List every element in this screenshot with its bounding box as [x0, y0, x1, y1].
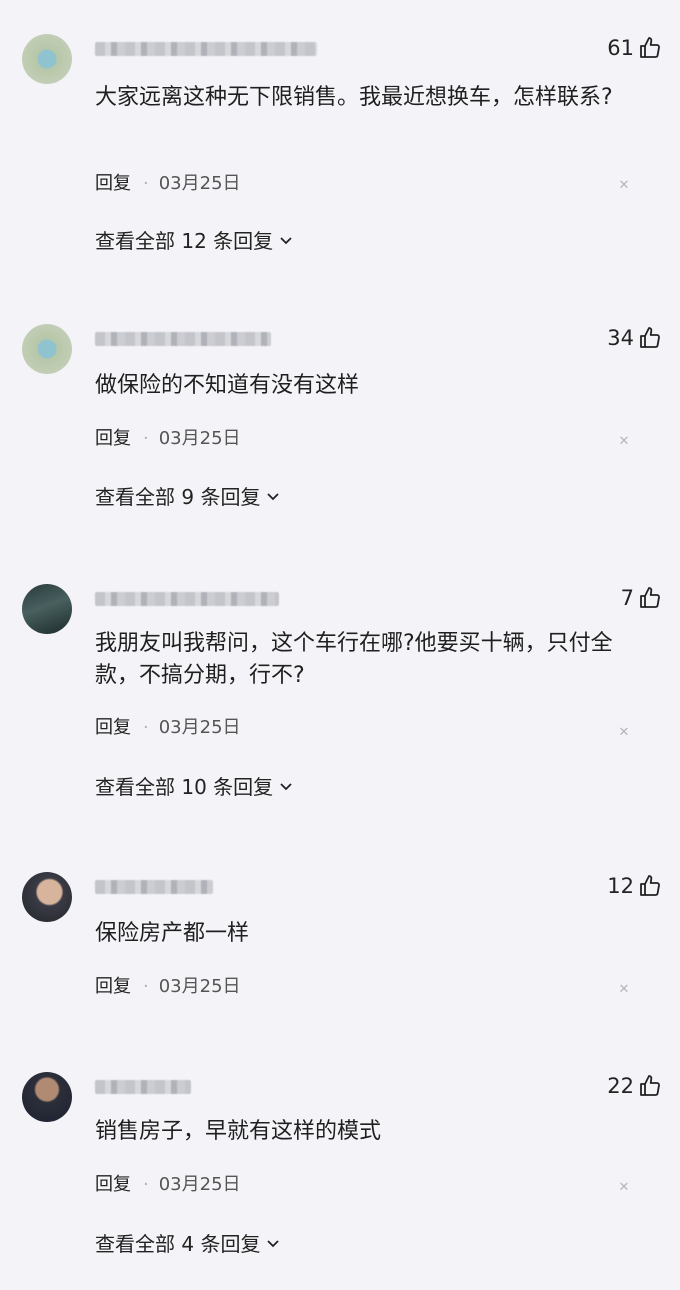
view-all-replies-link[interactable]: 查看全部 12 条回复 — [95, 228, 293, 254]
like-count: 34 — [607, 326, 634, 350]
close-icon[interactable]: ✕ — [618, 1181, 630, 1194]
comment-date: 03月25日 — [158, 428, 241, 449]
comment-meta: 回复 · 03月25日 — [95, 172, 241, 196]
comment-date: 03月25日 — [158, 717, 241, 738]
close-icon[interactable]: ✕ — [618, 435, 630, 448]
view-all-replies-label: 查看全部 4 条回复 — [95, 1232, 261, 1256]
reply-button[interactable]: 回复 — [95, 976, 131, 997]
comment-meta: 回复 · 03月25日 — [95, 716, 241, 740]
username-blurred[interactable] — [95, 332, 271, 346]
like-count: 12 — [607, 874, 634, 898]
comment-text: 保险房产都一样 — [95, 921, 250, 946]
view-all-replies-label: 查看全部 12 条回复 — [95, 229, 274, 253]
view-all-replies-label: 查看全部 9 条回复 — [95, 485, 261, 509]
thumbs-up-icon[interactable] — [638, 1074, 662, 1098]
thumbs-up-icon[interactable] — [638, 586, 662, 610]
separator-dot: · — [143, 1174, 149, 1195]
separator-dot: · — [143, 428, 149, 449]
comment-date: 03月25日 — [158, 1174, 241, 1195]
comment-text: 我朋友叫我帮问，这个车行在哪?他要买十辆，只付全款，不搞分期，行不? — [95, 631, 613, 688]
like-count: 61 — [607, 36, 634, 60]
username-blurred[interactable] — [95, 42, 317, 56]
reply-button[interactable]: 回复 — [95, 1174, 131, 1195]
separator-dot: · — [143, 173, 149, 194]
reply-button[interactable]: 回复 — [95, 717, 131, 738]
like-count: 7 — [620, 586, 634, 610]
close-icon[interactable]: ✕ — [618, 983, 630, 996]
view-all-replies-link[interactable]: 查看全部 4 条回复 — [95, 1231, 280, 1257]
chevron-down-icon — [280, 783, 292, 791]
view-all-replies-label: 查看全部 10 条回复 — [95, 775, 274, 799]
close-icon[interactable]: ✕ — [618, 726, 630, 739]
thumbs-up-icon[interactable] — [638, 36, 662, 60]
username-blurred[interactable] — [95, 1080, 191, 1094]
comment-text: 销售房子，早就有这样的模式 — [95, 1119, 382, 1144]
comment-meta: 回复 · 03月25日 — [95, 975, 241, 999]
comment-text: 大家远离这种无下限销售。我最近想换车，怎样联系? — [95, 85, 613, 110]
avatar[interactable] — [22, 584, 72, 634]
chevron-down-icon — [267, 1240, 280, 1248]
reply-button[interactable]: 回复 — [95, 173, 131, 194]
close-icon[interactable]: ✕ — [618, 179, 630, 192]
chevron-down-icon — [267, 493, 280, 501]
thumbs-up-icon[interactable] — [638, 874, 662, 898]
view-all-replies-link[interactable]: 查看全部 9 条回复 — [95, 484, 280, 510]
comment-date: 03月25日 — [158, 976, 241, 997]
avatar[interactable] — [22, 324, 72, 374]
thumbs-up-icon[interactable] — [638, 326, 662, 350]
comment-meta: 回复 · 03月25日 — [95, 1173, 241, 1197]
like-count: 22 — [607, 1074, 634, 1098]
username-blurred[interactable] — [95, 880, 213, 894]
reply-button[interactable]: 回复 — [95, 428, 131, 449]
avatar[interactable] — [22, 1072, 72, 1122]
separator-dot: · — [143, 976, 149, 997]
separator-dot: · — [143, 717, 149, 738]
comment-meta: 回复 · 03月25日 — [95, 427, 241, 451]
comment-text: 做保险的不知道有没有这样 — [95, 373, 360, 398]
avatar[interactable] — [22, 34, 72, 84]
username-blurred[interactable] — [95, 592, 279, 606]
view-all-replies-link[interactable]: 查看全部 10 条回复 — [95, 774, 293, 800]
comment-date: 03月25日 — [158, 173, 241, 194]
avatar[interactable] — [22, 872, 72, 922]
chevron-down-icon — [280, 237, 292, 245]
